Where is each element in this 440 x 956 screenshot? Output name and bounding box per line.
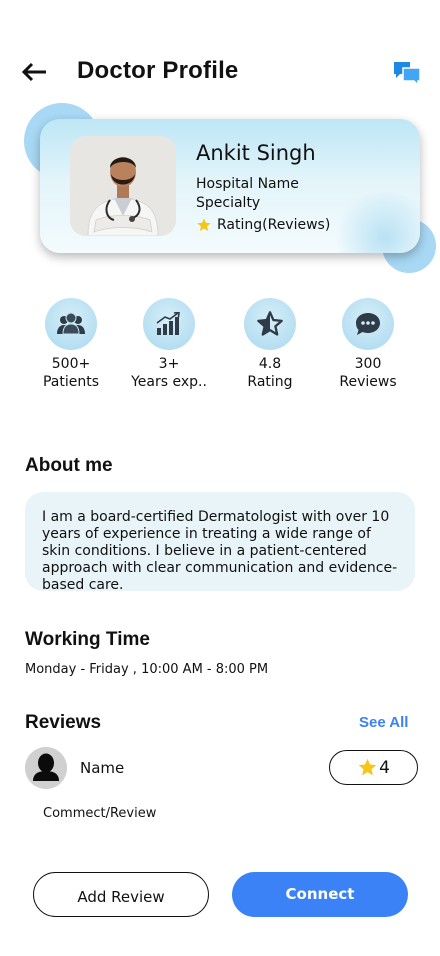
person-icon [25,747,67,789]
chat-bubble-icon [342,298,394,350]
add-review-button[interactable]: Add Review [33,872,209,917]
stat-reviews: 300 Reviews [318,298,418,390]
about-box: I am a board-certified Dermatologist wit… [25,492,415,593]
stat-label: Patients [42,374,100,390]
chat-bubbles-icon[interactable] [392,60,422,88]
stat-value: 300 [354,356,382,372]
star-icon [197,218,211,231]
review-rating-value: 4 [379,757,390,778]
header: Doctor Profile [0,52,440,92]
avatar [25,747,67,789]
stat-experience: 3+ Years exp.. [119,298,219,390]
connect-button[interactable]: Connect [232,872,408,917]
doctor-name: Ankit Singh [196,141,316,165]
see-all-link[interactable]: See All [359,714,408,731]
about-title: About me [25,455,113,476]
review-rating-badge: 4 [329,750,418,785]
about-text: I am a board-certified Dermatologist wit… [42,509,398,593]
doctor-photo [70,136,176,236]
hospital-name: Hospital Name [196,176,299,192]
star-badge-icon [244,298,296,350]
doctor-specialty: Specialty [196,195,261,211]
bar-chart-icon [143,298,195,350]
working-time-text: Monday - Friday , 10:00 AM - 8:00 PM [25,662,269,677]
doctor-profile-card: Ankit Singh Hospital Name Specialty Rati… [40,119,420,253]
group-icon [45,298,97,350]
reviewer-name: Name [80,759,125,777]
stat-value: 3+ [158,356,180,372]
star-icon [358,758,377,776]
stat-label: Rating [247,374,293,390]
review-text: Commect/Review [43,806,157,821]
card-glow [330,193,420,253]
working-time-title: Working Time [25,629,150,650]
stat-value: 4.8 [258,356,282,372]
arrow-left-icon[interactable] [20,60,48,84]
stat-label: Years exp.. [131,374,207,390]
stat-patients: 500+ Patients [21,298,121,390]
rating-text: Rating(Reviews) [217,217,331,233]
stat-rating: 4.8 Rating [220,298,320,390]
reviews-title: Reviews [25,712,102,733]
stat-label: Reviews [339,374,397,390]
doctor-rating: Rating(Reviews) [196,217,330,233]
stat-value: 500+ [51,356,91,372]
page-title: Doctor Profile [77,57,239,84]
stats-row: 500+ Patients 3+ Years exp.. 4.8 Rating [0,298,440,398]
